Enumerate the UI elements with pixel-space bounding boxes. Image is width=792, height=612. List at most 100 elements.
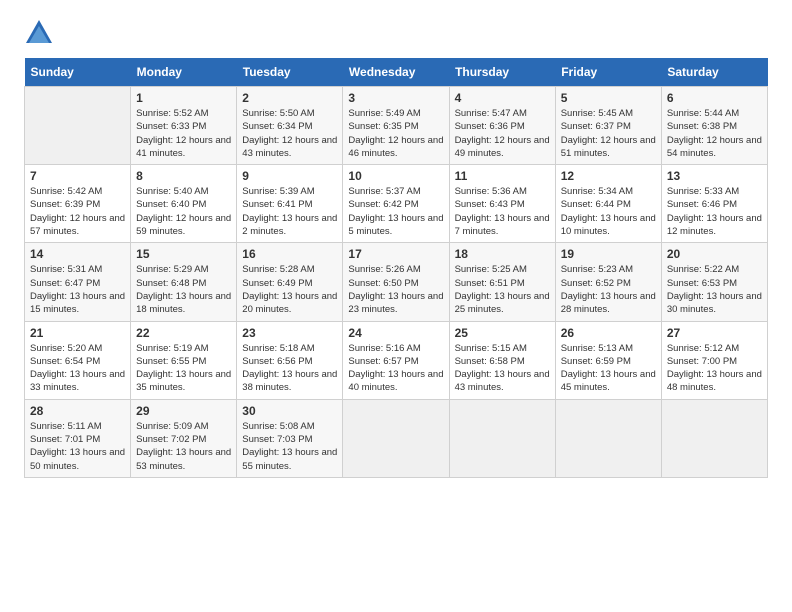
day-number: 26: [561, 326, 656, 340]
header-monday: Monday: [131, 58, 237, 87]
calendar-cell: [343, 399, 449, 477]
day-number: 18: [455, 247, 550, 261]
calendar-row: 21 Sunrise: 5:20 AMSunset: 6:54 PMDayligh…: [25, 321, 768, 399]
calendar-cell: 1 Sunrise: 5:52 AMSunset: 6:33 PMDaylight…: [131, 87, 237, 165]
header-tuesday: Tuesday: [237, 58, 343, 87]
calendar-cell: 17Sunrise: 5:26 AMSunset: 6:50 PMDayligh…: [343, 243, 449, 321]
day-info: Sunrise: 5:23 AMSunset: 6:52 PMDaylight:…: [561, 263, 656, 316]
header-saturday: Saturday: [661, 58, 767, 87]
day-number: 9: [242, 169, 337, 183]
weekday-header-row: Sunday Monday Tuesday Wednesday Thursday…: [25, 58, 768, 87]
day-info: Sunrise: 5:08 AMSunset: 7:03 PMDaylight:…: [242, 420, 337, 473]
calendar-cell: 21 Sunrise: 5:20 AMSunset: 6:54 PMDayligh…: [25, 321, 131, 399]
day-number: 27: [667, 326, 762, 340]
day-info: Sunrise: 5:40 AMSunset: 6:40 PMDaylight:…: [136, 185, 231, 238]
page-header: [0, 0, 792, 58]
day-number: 28: [30, 404, 125, 418]
day-number: 3: [348, 91, 443, 105]
calendar-cell: 7 Sunrise: 5:42 AMSunset: 6:39 PMDaylight…: [25, 165, 131, 243]
day-info: Sunrise: 5:20 AMSunset: 6:54 PMDaylight:…: [30, 342, 125, 395]
logo: [24, 18, 58, 48]
day-info: Sunrise: 5:34 AMSunset: 6:44 PMDaylight:…: [561, 185, 656, 238]
day-number: 20: [667, 247, 762, 261]
calendar-cell: 11Sunrise: 5:36 AMSunset: 6:43 PMDayligh…: [449, 165, 555, 243]
calendar-row: 14 Sunrise: 5:31 AMSunset: 6:47 PMDayligh…: [25, 243, 768, 321]
day-info: Sunrise: 5:33 AMSunset: 6:46 PMDaylight:…: [667, 185, 762, 238]
day-number: 16: [242, 247, 337, 261]
day-number: 17: [348, 247, 443, 261]
day-info: Sunrise: 5:12 AMSunset: 7:00 PMDaylight:…: [667, 342, 762, 395]
calendar-cell: 5 Sunrise: 5:45 AMSunset: 6:37 PMDaylight…: [555, 87, 661, 165]
day-number: 25: [455, 326, 550, 340]
day-number: 29: [136, 404, 231, 418]
day-number: 15: [136, 247, 231, 261]
calendar-cell: 28 Sunrise: 5:11 AMSunset: 7:01 PMDayligh…: [25, 399, 131, 477]
day-number: 1: [136, 91, 231, 105]
calendar-cell: [449, 399, 555, 477]
day-number: 23: [242, 326, 337, 340]
calendar-cell: 25 Sunrise: 5:15 AMSunset: 6:58 PMDayligh…: [449, 321, 555, 399]
calendar-table: Sunday Monday Tuesday Wednesday Thursday…: [24, 58, 768, 478]
day-info: Sunrise: 5:09 AMSunset: 7:02 PMDaylight:…: [136, 420, 231, 473]
logo-icon: [24, 18, 54, 48]
day-info: Sunrise: 5:49 AMSunset: 6:35 PMDaylight:…: [348, 107, 443, 160]
day-info: Sunrise: 5:52 AMSunset: 6:33 PMDaylight:…: [136, 107, 231, 160]
calendar-cell: 30 Sunrise: 5:08 AMSunset: 7:03 PMDayligh…: [237, 399, 343, 477]
calendar-cell: 13 Sunrise: 5:33 AMSunset: 6:46 PMDayligh…: [661, 165, 767, 243]
day-number: 6: [667, 91, 762, 105]
day-number: 13: [667, 169, 762, 183]
day-info: Sunrise: 5:19 AMSunset: 6:55 PMDaylight:…: [136, 342, 231, 395]
day-info: Sunrise: 5:31 AMSunset: 6:47 PMDaylight:…: [30, 263, 125, 316]
calendar-cell: 23 Sunrise: 5:18 AMSunset: 6:56 PMDayligh…: [237, 321, 343, 399]
calendar-cell: 24Sunrise: 5:16 AMSunset: 6:57 PMDayligh…: [343, 321, 449, 399]
calendar-cell: 15 Sunrise: 5:29 AMSunset: 6:48 PMDayligh…: [131, 243, 237, 321]
day-info: Sunrise: 5:45 AMSunset: 6:37 PMDaylight:…: [561, 107, 656, 160]
calendar-cell: [661, 399, 767, 477]
day-number: 22: [136, 326, 231, 340]
calendar-cell: 16 Sunrise: 5:28 AMSunset: 6:49 PMDayligh…: [237, 243, 343, 321]
day-info: Sunrise: 5:13 AMSunset: 6:59 PMDaylight:…: [561, 342, 656, 395]
header-wednesday: Wednesday: [343, 58, 449, 87]
calendar-cell: 4Sunrise: 5:47 AMSunset: 6:36 PMDaylight…: [449, 87, 555, 165]
calendar-cell: 9 Sunrise: 5:39 AMSunset: 6:41 PMDaylight…: [237, 165, 343, 243]
day-info: Sunrise: 5:39 AMSunset: 6:41 PMDaylight:…: [242, 185, 337, 238]
day-info: Sunrise: 5:22 AMSunset: 6:53 PMDaylight:…: [667, 263, 762, 316]
day-info: Sunrise: 5:15 AMSunset: 6:58 PMDaylight:…: [455, 342, 550, 395]
calendar-row: 1 Sunrise: 5:52 AMSunset: 6:33 PMDaylight…: [25, 87, 768, 165]
day-info: Sunrise: 5:28 AMSunset: 6:49 PMDaylight:…: [242, 263, 337, 316]
calendar-cell: 10Sunrise: 5:37 AMSunset: 6:42 PMDayligh…: [343, 165, 449, 243]
day-number: 5: [561, 91, 656, 105]
calendar-row: 28 Sunrise: 5:11 AMSunset: 7:01 PMDayligh…: [25, 399, 768, 477]
day-info: Sunrise: 5:42 AMSunset: 6:39 PMDaylight:…: [30, 185, 125, 238]
calendar-cell: 19 Sunrise: 5:23 AMSunset: 6:52 PMDayligh…: [555, 243, 661, 321]
calendar-cell: 22 Sunrise: 5:19 AMSunset: 6:55 PMDayligh…: [131, 321, 237, 399]
day-number: 30: [242, 404, 337, 418]
calendar-cell: 3 Sunrise: 5:49 AMSunset: 6:35 PMDaylight…: [343, 87, 449, 165]
header-sunday: Sunday: [25, 58, 131, 87]
day-number: 12: [561, 169, 656, 183]
calendar-cell: 27 Sunrise: 5:12 AMSunset: 7:00 PMDayligh…: [661, 321, 767, 399]
calendar-row: 7 Sunrise: 5:42 AMSunset: 6:39 PMDaylight…: [25, 165, 768, 243]
day-number: 8: [136, 169, 231, 183]
calendar-cell: 18 Sunrise: 5:25 AMSunset: 6:51 PMDayligh…: [449, 243, 555, 321]
day-info: Sunrise: 5:29 AMSunset: 6:48 PMDaylight:…: [136, 263, 231, 316]
calendar-cell: 29 Sunrise: 5:09 AMSunset: 7:02 PMDayligh…: [131, 399, 237, 477]
header-friday: Friday: [555, 58, 661, 87]
calendar-cell: [555, 399, 661, 477]
day-number: 19: [561, 247, 656, 261]
header-thursday: Thursday: [449, 58, 555, 87]
day-number: 7: [30, 169, 125, 183]
calendar-cell: 20 Sunrise: 5:22 AMSunset: 6:53 PMDayligh…: [661, 243, 767, 321]
day-number: 14: [30, 247, 125, 261]
day-info: Sunrise: 5:50 AMSunset: 6:34 PMDaylight:…: [242, 107, 337, 160]
day-info: Sunrise: 5:44 AMSunset: 6:38 PMDaylight:…: [667, 107, 762, 160]
day-number: 10: [348, 169, 443, 183]
day-info: Sunrise: 5:16 AMSunset: 6:57 PMDaylight:…: [348, 342, 443, 395]
calendar-cell: 26 Sunrise: 5:13 AMSunset: 6:59 PMDayligh…: [555, 321, 661, 399]
day-info: Sunrise: 5:11 AMSunset: 7:01 PMDaylight:…: [30, 420, 125, 473]
day-number: 11: [455, 169, 550, 183]
day-info: Sunrise: 5:47 AMSunset: 6:36 PMDaylight:…: [455, 107, 550, 160]
day-info: Sunrise: 5:18 AMSunset: 6:56 PMDaylight:…: [242, 342, 337, 395]
day-number: 21: [30, 326, 125, 340]
day-info: Sunrise: 5:25 AMSunset: 6:51 PMDaylight:…: [455, 263, 550, 316]
